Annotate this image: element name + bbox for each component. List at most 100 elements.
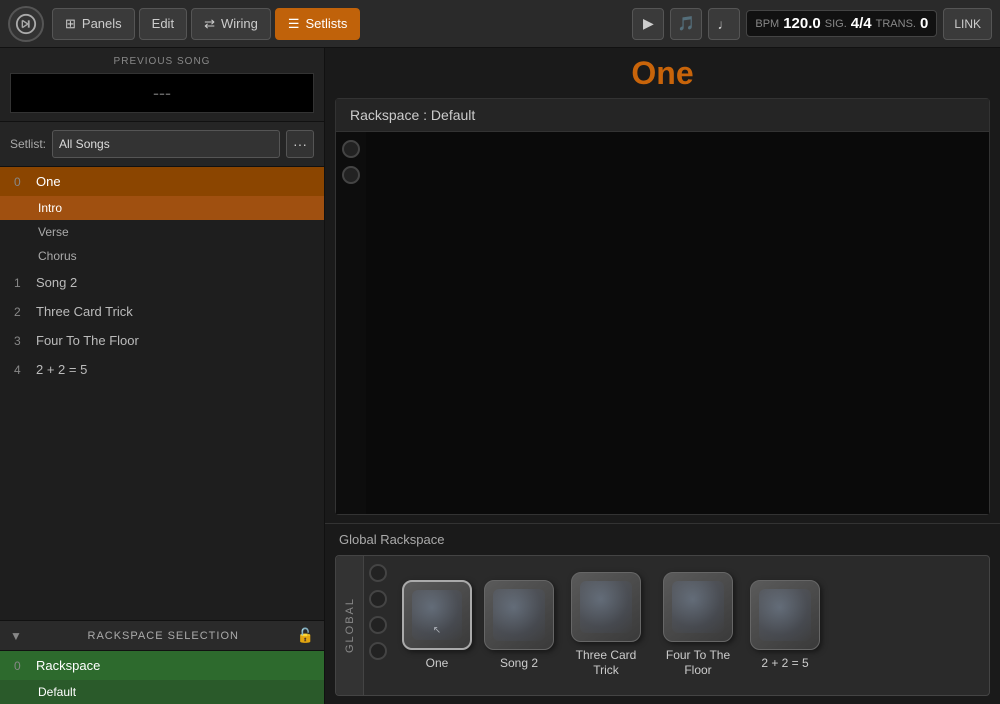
play-button[interactable]: ▶ — [632, 8, 664, 40]
bpm-label: BPM — [755, 18, 779, 30]
song-tile[interactable]: ↖One — [402, 580, 472, 672]
song-number: 1 — [14, 276, 28, 290]
edit-label: Edit — [152, 16, 174, 31]
app-logo — [8, 6, 44, 42]
song-tile-icon — [484, 580, 554, 650]
song-item[interactable]: 0 One — [0, 167, 324, 196]
rackspace-header-label: RACKSPACE SELECTION — [30, 630, 297, 642]
indicator-1 — [342, 140, 360, 158]
tap-tempo-button[interactable]: 🎵 — [670, 8, 702, 40]
top-bar: ⊞ Panels Edit ⇄ Wiring ☰ Setlists ▶ 🎵 ♩ … — [0, 0, 1000, 48]
wiring-icon: ⇄ — [204, 16, 215, 32]
prev-song-section: PREVIOUS SONG --- — [0, 48, 324, 122]
song-number: 2 — [14, 305, 28, 319]
song-tile-icon — [571, 572, 641, 642]
setlist-header: Setlist: All Songs ··· — [0, 122, 324, 167]
global-panel: GLOBAL ↖One Song 2 Three Card Trick Four To… — [335, 555, 990, 696]
song-number: 4 — [14, 363, 28, 377]
setlists-label: Setlists — [305, 16, 347, 31]
global-indicator-3 — [369, 616, 387, 634]
rackspace-panel: Rackspace : Default — [335, 98, 990, 515]
sig-label: SIG. — [825, 18, 847, 30]
song-tile[interactable]: Four To The Floor — [658, 572, 738, 679]
song-tile-label: 2 + 2 = 5 — [761, 656, 808, 672]
rackspace-section: ▼ RACKSPACE SELECTION 🔓 0 Rackspace Defaul… — [0, 620, 324, 704]
panels-label: Panels — [82, 16, 122, 31]
song-part-item[interactable]: Verse — [0, 220, 324, 244]
song-number: 0 — [14, 175, 28, 189]
global-side-indicators — [364, 556, 392, 695]
song-name: One — [36, 174, 61, 189]
setlists-button[interactable]: ☰ Setlists — [275, 8, 361, 40]
edit-button[interactable]: Edit — [139, 8, 187, 40]
global-section: Global Rackspace GLOBAL ↖One Song 2 Three … — [325, 523, 1000, 704]
song-item[interactable]: 4 2 + 2 = 5 — [0, 355, 324, 384]
panels-button[interactable]: ⊞ Panels — [52, 8, 135, 40]
rack-number: 0 — [14, 659, 28, 673]
rackspace-panel-title: Rackspace : Default — [350, 107, 475, 123]
variant-item[interactable]: Default — [0, 680, 324, 704]
metronome-button[interactable]: ♩ — [708, 8, 740, 40]
panels-icon: ⊞ — [65, 16, 76, 32]
rack-name: Rackspace — [36, 658, 100, 673]
song-title-bar: One — [325, 48, 1000, 98]
song-part-item[interactable]: Chorus — [0, 244, 324, 268]
global-indicator-2 — [369, 590, 387, 608]
transport-area: ▶ 🎵 ♩ BPM 120.0 SIG. 4/4 TRANS. 0 LINK — [632, 8, 992, 40]
song-item[interactable]: 2 Three Card Trick — [0, 297, 324, 326]
rackspace-item[interactable]: 0 Rackspace — [0, 651, 324, 680]
song-tile-label: Song 2 — [500, 656, 538, 672]
song-tiles-area: ↖One Song 2 Three Card Trick Four To The Fl… — [392, 556, 989, 695]
song-tile[interactable]: Song 2 — [484, 580, 554, 672]
rackspace-side-indicators — [336, 132, 366, 514]
song-item[interactable]: 3 Four To The Floor — [0, 326, 324, 355]
global-header: Global Rackspace — [325, 524, 1000, 555]
wiring-label: Wiring — [221, 16, 258, 31]
song-number: 3 — [14, 334, 28, 348]
song-name: Song 2 — [36, 275, 77, 290]
global-indicator-4 — [369, 642, 387, 660]
rackspace-arrow-icon: ▼ — [10, 629, 22, 643]
rackspace-list: 0 Rackspace Default — [0, 651, 324, 704]
sig-value: 4/4 — [851, 15, 872, 32]
global-label: GLOBAL — [344, 597, 356, 653]
song-name: Four To The Floor — [36, 333, 139, 348]
prev-song-label: PREVIOUS SONG — [10, 56, 314, 67]
song-tile[interactable]: 2 + 2 = 5 — [750, 580, 820, 672]
song-part-item[interactable]: Intro — [0, 196, 324, 220]
setlist-select[interactable]: All Songs — [52, 130, 280, 158]
right-panel: One Rackspace : Default Global Rackspace… — [325, 48, 1000, 704]
bpm-value: 120.0 — [783, 15, 821, 32]
indicator-2 — [342, 166, 360, 184]
song-tile[interactable]: Three Card Trick — [566, 572, 646, 679]
trans-label: TRANS. — [876, 18, 916, 30]
setlist-more-button[interactable]: ··· — [286, 130, 314, 158]
song-name: Three Card Trick — [36, 304, 133, 319]
sidebar: PREVIOUS SONG --- Setlist: All Songs ···… — [0, 48, 325, 704]
song-item[interactable]: 1 Song 2 — [0, 268, 324, 297]
lock-icon: 🔓 — [297, 627, 314, 644]
trans-value: 0 — [920, 15, 928, 32]
song-tile-label: Four To The Floor — [658, 648, 738, 679]
main-content: PREVIOUS SONG --- Setlist: All Songs ···… — [0, 48, 1000, 704]
canvas-area — [366, 132, 989, 514]
song-title: One — [631, 55, 693, 92]
global-label-vert: GLOBAL — [336, 556, 364, 695]
rackspace-panel-header: Rackspace : Default — [336, 99, 989, 132]
song-tile-icon: ↖ — [402, 580, 472, 650]
bpm-display: BPM 120.0 SIG. 4/4 TRANS. 0 — [746, 10, 937, 37]
song-tile-label: Three Card Trick — [566, 648, 646, 679]
song-tile-icon — [663, 572, 733, 642]
setlist-label: Setlist: — [10, 137, 46, 151]
global-indicator-1 — [369, 564, 387, 582]
setlists-icon: ☰ — [288, 16, 300, 32]
rackspace-canvas — [336, 132, 989, 514]
rackspace-header: ▼ RACKSPACE SELECTION 🔓 — [0, 621, 324, 651]
song-tile-icon — [750, 580, 820, 650]
song-name: 2 + 2 = 5 — [36, 362, 87, 377]
link-button[interactable]: LINK — [943, 8, 992, 40]
song-list: 0 One IntroVerseChorus 1 Song 2 2 Three Card T… — [0, 167, 324, 620]
cursor-indicator: ↖ — [433, 625, 441, 636]
prev-song-display: --- — [10, 73, 314, 113]
wiring-button[interactable]: ⇄ Wiring — [191, 8, 271, 40]
